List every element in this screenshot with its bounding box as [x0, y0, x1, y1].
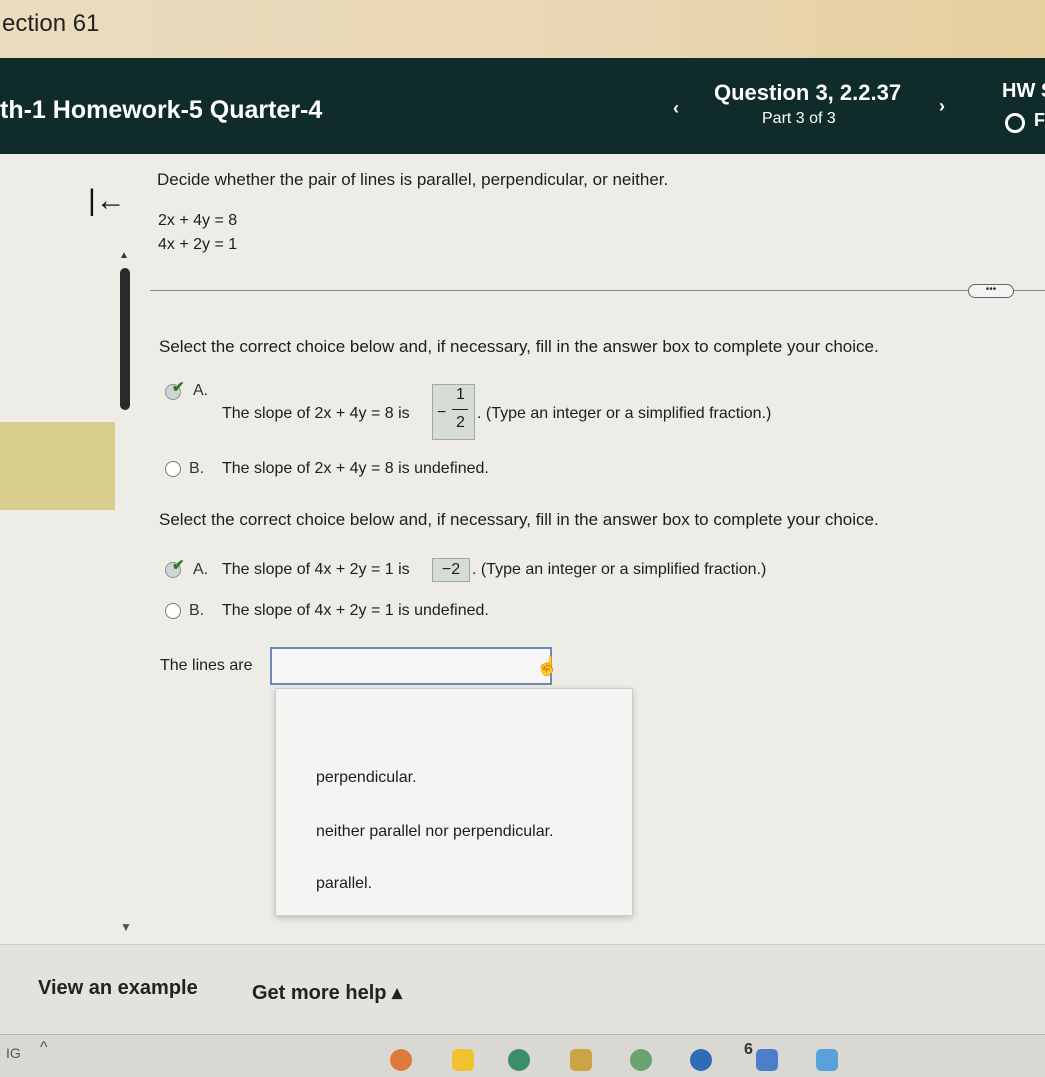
- taskbar-app-icon[interactable]: [690, 1049, 712, 1071]
- lines-are-label: The lines are: [160, 657, 253, 674]
- scrollbar-thumb[interactable]: [120, 268, 130, 410]
- part1-option-b-letter: B.: [189, 460, 205, 477]
- browser-top-strip: ection 61: [0, 0, 1045, 58]
- taskbar-app-icon[interactable]: [390, 1049, 412, 1071]
- taskbar-app-icon[interactable]: [570, 1049, 592, 1071]
- previous-question-button[interactable]: ‹: [666, 96, 686, 120]
- taskbar-app-icon[interactable]: [508, 1049, 530, 1071]
- part1-answer-numerator: 1: [456, 386, 465, 403]
- hw-score-label: HW S: [1002, 80, 1045, 102]
- question-title: Question 3, 2.2.37: [714, 80, 902, 105]
- taskbar-badge: 6: [744, 1041, 753, 1058]
- section-label: ection 61: [2, 10, 100, 37]
- part2-option-a-letter: A.: [193, 561, 209, 578]
- view-example-button[interactable]: View an example: [38, 977, 198, 1000]
- checkmark-icon: ✔: [172, 379, 185, 396]
- problem-prompt: Decide whether the pair of lines is para…: [157, 170, 669, 189]
- side-highlight: [0, 422, 115, 510]
- scroll-down-icon[interactable]: ▼: [120, 920, 132, 934]
- part1-option-a-letter: A.: [193, 382, 209, 399]
- status-circle-icon: [1005, 113, 1025, 133]
- collapse-left-icon[interactable]: |←: [88, 184, 126, 218]
- next-question-button[interactable]: ›: [932, 94, 952, 118]
- question-part: Part 3 of 3: [762, 110, 836, 127]
- lines-relationship-dropdown: perpendicular. neither parallel nor perp…: [275, 688, 633, 916]
- footer-bar: View an example Get more help ▴: [0, 944, 1045, 1034]
- taskbar-app-icon[interactable]: [756, 1049, 778, 1071]
- equation-2: 4x + 2y = 1: [158, 236, 238, 253]
- dropdown-option-neither[interactable]: neither parallel nor perpendicular.: [316, 823, 553, 841]
- os-taskbar: IG ^ 6: [0, 1034, 1045, 1077]
- part2-option-b-letter: B.: [189, 602, 205, 619]
- part1-answer-denominator: 2: [456, 414, 465, 431]
- part2-option-a-hint: . (Type an integer or a simplified fract…: [472, 561, 767, 578]
- checkmark-icon: ✔: [172, 557, 185, 574]
- taskbar-left-text: IG: [6, 1045, 21, 1061]
- part1-option-b-text: The slope of 2x + 4y = 8 is undefined.: [222, 460, 489, 477]
- taskbar-app-icon[interactable]: [630, 1049, 652, 1071]
- part1-option-a-hint: . (Type an integer or a simplified fract…: [477, 405, 772, 422]
- part1-option-b-radio[interactable]: [165, 461, 181, 477]
- equation-1: 2x + 4y = 8: [158, 212, 238, 229]
- part2-option-a-text: The slope of 4x + 2y = 1 is: [222, 561, 410, 578]
- scroll-up-icon[interactable]: ▲: [119, 250, 129, 261]
- dropdown-option-parallel[interactable]: parallel.: [316, 875, 372, 893]
- status-extra-label: F: [1034, 110, 1045, 130]
- part1-answer-sign: −: [437, 404, 447, 421]
- hand-cursor-icon: ☝: [536, 656, 559, 676]
- assignment-header: th-1 Homework-5 Quarter-4 ‹ Question 3, …: [0, 58, 1045, 154]
- lines-relationship-select[interactable]: [270, 647, 552, 685]
- part2-option-b-text: The slope of 4x + 2y = 1 is undefined.: [222, 602, 489, 619]
- section-divider: [150, 290, 1045, 291]
- fraction-bar: [452, 409, 468, 410]
- taskbar-app-icon[interactable]: [816, 1049, 838, 1071]
- homework-title: th-1 Homework-5 Quarter-4: [0, 96, 323, 124]
- part2-answer-box[interactable]: −2: [432, 558, 470, 582]
- part1-option-a-text: The slope of 2x + 4y = 8 is: [222, 405, 410, 422]
- dropdown-option-perpendicular[interactable]: perpendicular.: [316, 769, 417, 787]
- taskbar-caret-icon[interactable]: ^: [40, 1039, 48, 1057]
- get-more-help-button[interactable]: Get more help ▴: [252, 980, 402, 1005]
- part1-instruction: Select the correct choice below and, if …: [159, 337, 879, 356]
- part2-option-b-radio[interactable]: [165, 603, 181, 619]
- more-options-button[interactable]: •••: [968, 284, 1014, 298]
- taskbar-app-icon[interactable]: [452, 1049, 474, 1071]
- part2-instruction: Select the correct choice below and, if …: [159, 510, 879, 529]
